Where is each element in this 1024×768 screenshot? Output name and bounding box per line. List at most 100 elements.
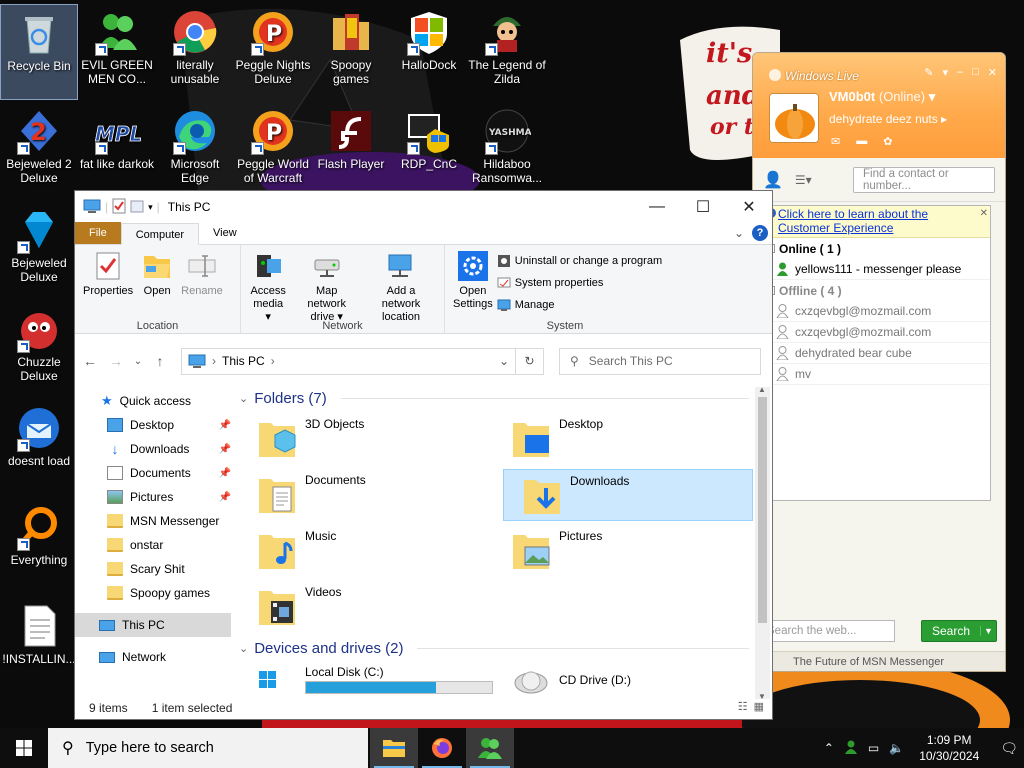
contact-offline[interactable]: cxzqevbgl@mozmail.com xyxy=(764,301,990,322)
close-button[interactable]: ✕ xyxy=(726,191,772,223)
desktop-icon-everything[interactable]: Everything xyxy=(0,499,78,595)
mail-icon[interactable]: ✉ xyxy=(831,135,840,148)
clock[interactable]: 1:09 PM 10/30/2024 xyxy=(914,732,984,764)
nav-item-pictures[interactable]: Pictures 📌 xyxy=(75,485,235,509)
web-search-input[interactable]: Search the web... xyxy=(763,620,895,642)
desktop-icon-flash-player[interactable]: Flash Player xyxy=(312,103,390,199)
find-contact-input[interactable]: Find a contact or number... xyxy=(853,166,995,193)
contact-offline[interactable]: cxzqevbgl@mozmail.com xyxy=(764,322,990,343)
scrollbar[interactable]: ▲ ▼ xyxy=(755,385,770,701)
msn-minimize-button[interactable]: – xyxy=(957,66,963,79)
large-icons-view-icon[interactable]: ▦ xyxy=(754,700,764,713)
tab-view[interactable]: View xyxy=(199,222,251,244)
manage-button[interactable]: Manage xyxy=(497,295,662,314)
up-arrow-icon[interactable]: ↑ xyxy=(151,353,169,369)
new-folder-icon[interactable] xyxy=(130,199,144,216)
pin-icon[interactable]: 📌 xyxy=(219,444,231,455)
taskbar-firefox[interactable] xyxy=(418,728,466,768)
offline-group-header[interactable]: −Offline ( 4 ) xyxy=(764,280,990,301)
customize-toolbar-icon[interactable]: ▾ xyxy=(148,202,153,213)
show-hidden-icons-icon[interactable]: ⌃ xyxy=(824,741,834,755)
msn-status[interactable]: (Online) xyxy=(879,89,925,104)
pin-icon[interactable]: 📌 xyxy=(219,468,231,479)
nav-item-desktop[interactable]: Desktop 📌 xyxy=(75,413,235,437)
nav-item-msn-messenger[interactable]: MSN Messenger xyxy=(75,509,235,533)
contact-offline[interactable]: dehydrated bear cube xyxy=(764,343,990,364)
forward-arrow-icon[interactable]: → xyxy=(107,353,125,369)
desktop-icon-recycle-bin[interactable]: Recycle Bin xyxy=(0,4,78,100)
desktop-icon-edge[interactable]: Microsoft Edge xyxy=(156,103,234,199)
scroll-up-icon[interactable]: ▲ xyxy=(758,385,766,394)
contact-offline[interactable]: mv xyxy=(764,364,990,385)
search-input[interactable]: ⚲ Search This PC xyxy=(559,347,761,375)
taskbar-msn-messenger[interactable] xyxy=(466,728,514,768)
desktop-icon-doesnt-load[interactable]: doesnt load xyxy=(0,400,78,496)
nav-item-network[interactable]: Network xyxy=(75,645,235,669)
desktop-icon-peggle-wow[interactable]: P Peggle World of Warcraft xyxy=(234,103,312,199)
start-button[interactable] xyxy=(0,728,48,768)
chevron-down-icon[interactable]: ⌄ xyxy=(734,226,744,240)
msn-tray-icon[interactable] xyxy=(844,740,858,757)
maximize-button[interactable]: ☐ xyxy=(680,191,726,223)
folder-tile[interactable]: Documents xyxy=(239,469,489,521)
nav-item-this-pc[interactable]: This PC xyxy=(75,613,231,637)
network-icon[interactable]: ▭ xyxy=(868,741,879,755)
msn-pin-icon[interactable]: ✎ xyxy=(924,66,933,79)
desktop-icon-bejeweled-deluxe[interactable]: Bejeweled Deluxe xyxy=(0,202,78,298)
drives-section-header[interactable]: ⌄ Devices and drives (2) xyxy=(239,637,755,659)
chevron-down-icon[interactable]: ▼ xyxy=(980,626,996,636)
folder-icon[interactable]: ▬ xyxy=(856,135,867,148)
desktop-icon-evil-green-men[interactable]: EVIL GREEN MEN CO... xyxy=(78,4,156,100)
msn-menu-icon[interactable] xyxy=(769,69,781,81)
msn-butterfly-icon[interactable]: ✿ xyxy=(883,135,892,148)
desktop-icon-chrome[interactable]: literally unusable xyxy=(156,4,234,100)
desktop-icon-bejeweled2[interactable]: 2 Bejeweled 2 Deluxe xyxy=(0,103,78,199)
web-search-button[interactable]: Search ▼ xyxy=(921,620,997,642)
uninstall-program-button[interactable]: Uninstall or change a program xyxy=(497,251,662,270)
desktop-icon-hallodock[interactable]: HalloDock xyxy=(390,4,468,100)
msn-display-name[interactable]: VM0b0t xyxy=(829,89,875,104)
pin-icon[interactable]: 📌 xyxy=(219,420,231,431)
address-dropdown-icon[interactable]: ⌄ xyxy=(493,354,515,368)
folder-tile[interactable]: Music xyxy=(239,525,489,577)
add-contact-icon[interactable]: 👤 xyxy=(763,170,783,190)
folder-tile[interactable]: 3D Objects xyxy=(239,413,489,465)
desktop-icon-rdp-cnc[interactable]: RDP_CnC xyxy=(390,103,468,199)
desktop-icon-spoopy-games[interactable]: Spoopy games xyxy=(312,4,390,100)
folder-tile[interactable]: Pictures xyxy=(493,525,743,577)
desktop-icon-legend-of-zilda[interactable]: The Legend of Zilda xyxy=(468,4,546,100)
sort-contacts-icon[interactable]: ☰▾ xyxy=(795,173,812,187)
msn-dropdown-icon[interactable]: ▾ xyxy=(942,66,948,79)
breadcrumb-separator[interactable]: › xyxy=(212,354,216,368)
address-bar[interactable]: › This PC › ⌄ xyxy=(181,347,516,375)
tab-file[interactable]: File xyxy=(75,222,121,244)
banner-close-icon[interactable]: ✕ xyxy=(980,207,988,221)
nav-item-downloads[interactable]: ↓ Downloads 📌 xyxy=(75,437,235,461)
desktop-icon-peggle-nights[interactable]: P Peggle Nights Deluxe xyxy=(234,4,312,100)
taskbar-search-box[interactable]: ⚲ Type here to search xyxy=(48,728,368,768)
desktop-icon-installing[interactable]: !INSTALLIN... xyxy=(0,598,78,694)
desktop-icon-hildaboo[interactable]: YASHMA Hildaboo Ransomwa... xyxy=(468,103,546,199)
volume-icon[interactable]: 🔈 xyxy=(889,741,904,755)
online-group-header[interactable]: −Online ( 1 ) xyxy=(764,238,990,259)
drive-tile[interactable]: CD Drive (D:) xyxy=(493,661,743,699)
tab-computer[interactable]: Computer xyxy=(120,223,200,245)
customer-experience-banner[interactable]: i Click here to learn about the Customer… xyxy=(764,206,990,238)
notification-icon[interactable]: 🗨 xyxy=(1000,740,1018,757)
msn-personal-message[interactable]: dehydrate deez nuts ▸ xyxy=(829,112,947,126)
folder-tile[interactable]: Desktop xyxy=(493,413,743,465)
nav-quick-access[interactable]: ★ Quick access xyxy=(75,389,235,413)
breadcrumb[interactable]: This PC xyxy=(222,354,265,368)
msn-display-picture[interactable] xyxy=(769,93,819,143)
msn-close-button[interactable]: ✕ xyxy=(988,66,997,79)
folder-tile-selected[interactable]: Downloads xyxy=(503,469,753,521)
scrollbar-thumb[interactable] xyxy=(758,397,767,623)
msn-maximize-button[interactable]: □ xyxy=(972,66,979,79)
folder-tile[interactable]: Videos xyxy=(239,581,489,633)
recent-locations-icon[interactable]: ⌄ xyxy=(133,356,143,367)
pin-icon[interactable]: 📌 xyxy=(219,492,231,503)
contact-online[interactable]: yellows111 - messenger please xyxy=(764,259,990,280)
system-properties-button[interactable]: System properties xyxy=(497,273,662,292)
help-icon[interactable]: ? xyxy=(752,225,768,241)
refresh-button[interactable]: ↻ xyxy=(516,347,544,375)
